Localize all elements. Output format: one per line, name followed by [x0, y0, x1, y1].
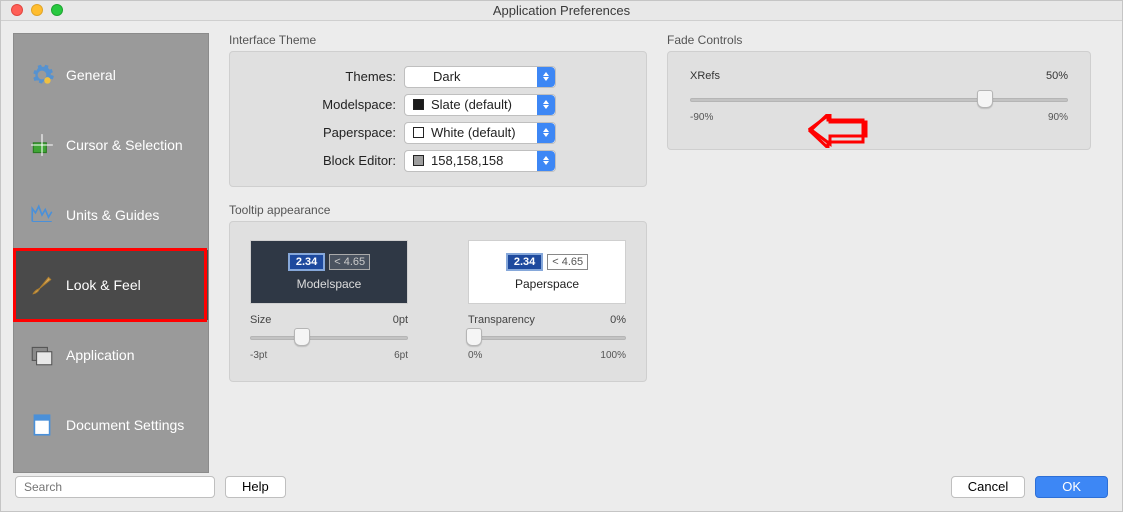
badge-value: < 4.65: [547, 254, 588, 270]
gear-icon: [28, 61, 56, 89]
label-paperspace: Paperspace:: [246, 125, 404, 140]
sidebar-item-label: Document Settings: [66, 417, 184, 433]
fade-name: XRefs: [690, 70, 720, 82]
slider-xrefs[interactable]: [690, 92, 1068, 106]
updown-icon: [537, 95, 555, 115]
sidebar-item-cursor-selection[interactable]: Cursor & Selection: [14, 110, 208, 180]
select-modelspace[interactable]: Slate (default): [404, 94, 556, 116]
preview-label: Paperspace: [515, 277, 579, 291]
select-block-editor[interactable]: 158,158,158: [404, 150, 556, 172]
sidebar-item-label: General: [66, 67, 116, 83]
search-input[interactable]: [15, 476, 215, 498]
badge-value: < 4.65: [329, 254, 370, 270]
label-modelspace: Modelspace:: [246, 97, 404, 112]
annotation-red-arrow: [808, 114, 868, 148]
updown-icon: [537, 123, 555, 143]
slider-value-transparency: 0%: [610, 314, 626, 326]
annotation-red-box: [13, 248, 207, 322]
slider-min: -3pt: [250, 350, 267, 361]
select-value: 158,158,158: [431, 153, 503, 168]
sidebar-item-units-guides[interactable]: Units & Guides: [14, 180, 208, 250]
slider-max: 6pt: [394, 350, 408, 361]
slider-max: 90%: [1048, 112, 1068, 123]
group-label-tooltip: Tooltip appearance: [229, 203, 647, 217]
window-title: Application Preferences: [1, 3, 1122, 18]
swatch-block-editor: [413, 155, 424, 166]
updown-icon: [537, 67, 555, 87]
slider-label-size: Size: [250, 314, 271, 326]
application-icon: [28, 341, 56, 369]
slider-value-size: 0pt: [393, 314, 408, 326]
document-icon: [28, 411, 56, 439]
help-button[interactable]: Help: [225, 476, 286, 498]
select-themes[interactable]: Dark: [404, 66, 556, 88]
slider-transparency[interactable]: [468, 330, 626, 344]
sidebar-item-general[interactable]: General: [14, 40, 208, 110]
tooltip-preview-paperspace: 2.34 < 4.65 Paperspace: [468, 240, 626, 304]
titlebar: Application Preferences: [1, 1, 1122, 21]
center-column: Interface Theme Themes: Dark Modelspace:…: [229, 33, 647, 473]
slider-min: -90%: [690, 112, 713, 123]
fade-controls-box: XRefs 50% -90% 90%: [667, 51, 1091, 150]
select-value: Dark: [413, 69, 460, 84]
slider-label-transparency: Transparency: [468, 314, 535, 326]
footer: Help Cancel OK: [1, 473, 1122, 511]
tooltip-appearance-box: 2.34 < 4.65 Modelspace Size 0pt -: [229, 221, 647, 382]
tooltip-modelspace-col: 2.34 < 4.65 Modelspace Size 0pt -: [250, 240, 408, 361]
swatch-paperspace: [413, 127, 424, 138]
preview-label: Modelspace: [297, 277, 362, 291]
slider-max: 100%: [600, 350, 626, 361]
fade-panel: Fade Controls XRefs 50% -90% 90%: [667, 33, 1091, 473]
interface-theme-box: Themes: Dark Modelspace: Slate (default): [229, 51, 647, 187]
slider-size[interactable]: [250, 330, 408, 344]
select-value: Slate (default): [431, 97, 512, 112]
fade-value: 50%: [1046, 70, 1068, 82]
sidebar-item-label: Application: [66, 347, 135, 363]
sidebar-item-label: Units & Guides: [66, 207, 159, 223]
sidebar-item-document-settings[interactable]: Document Settings: [14, 390, 208, 460]
main-area: General Cursor & Selection Units & Guide…: [1, 21, 1122, 473]
ruler-icon: [28, 201, 56, 229]
cancel-button[interactable]: Cancel: [951, 476, 1025, 498]
cursor-icon: [28, 131, 56, 159]
tooltip-preview-modelspace: 2.34 < 4.65 Modelspace: [250, 240, 408, 304]
updown-icon: [537, 151, 555, 171]
badge-value: 2.34: [506, 253, 543, 271]
preferences-window: Application Preferences General Cursor &…: [0, 0, 1123, 512]
group-label-interface-theme: Interface Theme: [229, 33, 647, 47]
group-label-fade: Fade Controls: [667, 33, 1091, 47]
select-paperspace[interactable]: White (default): [404, 122, 556, 144]
label-themes: Themes:: [246, 69, 404, 84]
label-block-editor: Block Editor:: [246, 153, 404, 168]
ok-button[interactable]: OK: [1035, 476, 1108, 498]
sidebar-item-label: Cursor & Selection: [66, 137, 183, 153]
sidebar-item-application[interactable]: Application: [14, 320, 208, 390]
select-value: White (default): [431, 125, 516, 140]
badge-value: 2.34: [288, 253, 325, 271]
slider-min: 0%: [468, 350, 482, 361]
swatch-modelspace: [413, 99, 424, 110]
tooltip-paperspace-col: 2.34 < 4.65 Paperspace Transparency 0%: [468, 240, 626, 361]
